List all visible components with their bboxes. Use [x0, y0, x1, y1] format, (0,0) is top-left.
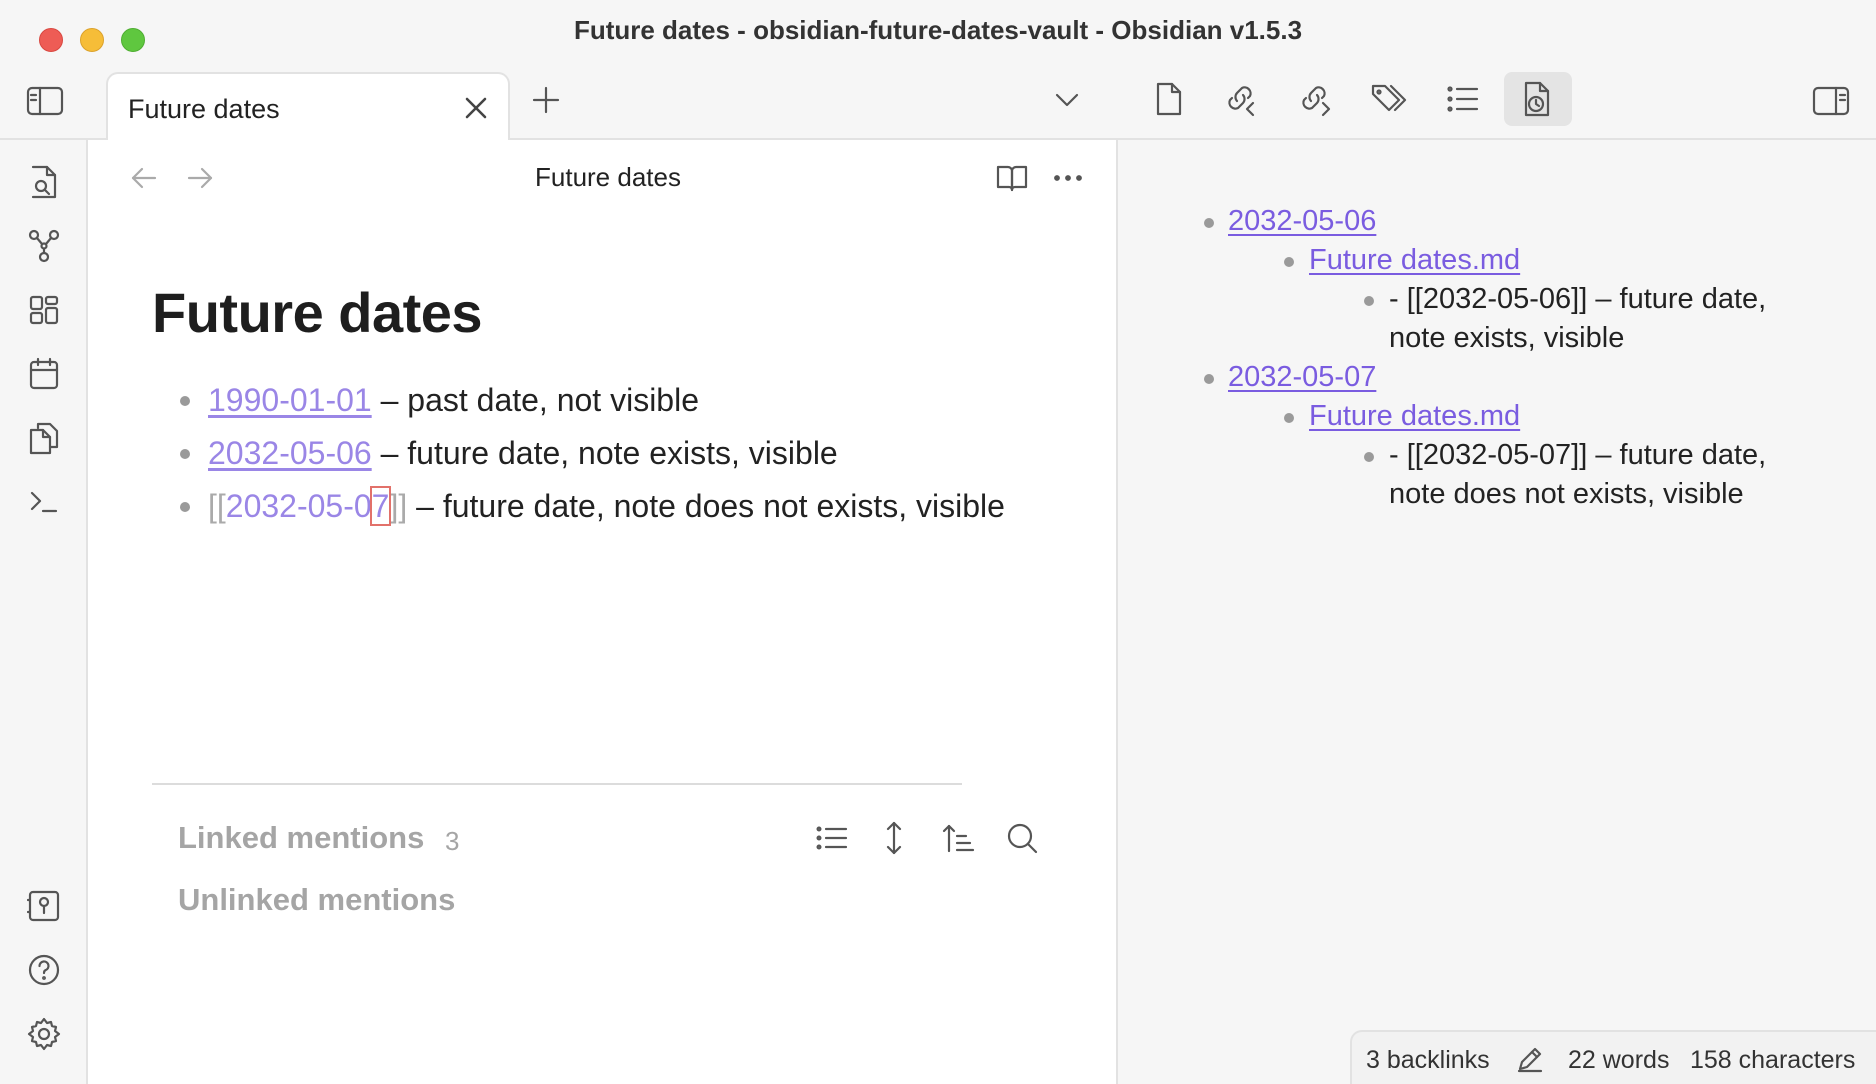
bullet	[1284, 257, 1294, 267]
list-item[interactable]: 2032-05-06 – future date, note exists, v…	[152, 433, 1112, 486]
character-count: 158 characters	[1690, 1046, 1856, 1074]
search-file-icon[interactable]	[22, 160, 66, 204]
future-dates-view-icon[interactable]	[1504, 72, 1572, 126]
context-line: - [[2032-05-07]] – future date,	[1389, 439, 1767, 471]
help-icon[interactable]	[22, 948, 66, 992]
copy-icon[interactable]	[22, 416, 66, 460]
status-bar: 3 backlinks 22 words 158 characters	[1350, 1030, 1876, 1084]
backlinks-divider	[152, 783, 962, 785]
unlinked-mentions-heading[interactable]: Unlinked mentions	[178, 882, 455, 918]
list-item[interactable]: 1990-01-01 – past date, not visible	[152, 380, 1112, 433]
word-count: 22 words	[1568, 1046, 1670, 1074]
outgoing-link-icon[interactable]	[1290, 74, 1340, 124]
internal-link-source[interactable]: 2032-05-0	[226, 488, 372, 524]
note-title[interactable]: Future dates	[152, 280, 483, 345]
graph-view-icon[interactable]	[22, 224, 66, 268]
expand-vertical-icon[interactable]	[872, 816, 916, 860]
title-bar: Future dates - obsidian-future-dates-vau…	[0, 0, 1876, 62]
internal-link[interactable]: 2032-05-06	[208, 435, 372, 471]
vault-icon[interactable]	[22, 884, 66, 928]
sort-order-icon[interactable]	[936, 816, 980, 860]
calendar-icon[interactable]	[22, 352, 66, 396]
outline-icon[interactable]	[1438, 74, 1488, 124]
link-close-brackets: ]]	[389, 488, 408, 524]
file-link[interactable]: Future dates.md	[1309, 400, 1520, 432]
context-line: note does not exists, visible	[1389, 478, 1744, 510]
linked-mentions-count: 3	[445, 826, 460, 856]
close-tab-icon[interactable]	[460, 92, 492, 124]
bullet	[1204, 218, 1214, 228]
context-line: - [[2032-05-06]] – future date,	[1389, 283, 1767, 315]
new-tab-plus-icon[interactable]	[526, 80, 566, 120]
list-item-text: – future date, note exists, visible	[371, 435, 838, 471]
list-item-text: – future date, note does not exists, vis…	[407, 488, 1005, 524]
edit-pencil-icon[interactable]	[1514, 1044, 1546, 1074]
linked-mentions-heading[interactable]: Linked mentions	[178, 820, 424, 856]
list-item[interactable]: [[2032-05-07]] – future date, note does …	[152, 486, 1112, 539]
bullet	[1284, 413, 1294, 423]
collapse-results-list-icon[interactable]	[810, 816, 854, 860]
settings-gear-icon[interactable]	[22, 1012, 66, 1056]
window-title: Future dates - obsidian-future-dates-vau…	[573, 15, 1303, 45]
context-line: note exists, visible	[1389, 322, 1625, 354]
more-options-icon[interactable]	[1046, 158, 1090, 198]
internal-link[interactable]: 1990-01-01	[208, 382, 372, 418]
date-item: 2032-05-07	[1228, 358, 1376, 397]
file-item: Future dates.md	[1309, 241, 1520, 280]
date-item: 2032-05-06	[1228, 202, 1376, 241]
link-open-brackets: [[	[208, 488, 226, 524]
search-icon[interactable]	[1000, 816, 1044, 860]
sidebar-left-icon[interactable]	[22, 78, 68, 124]
file-link[interactable]: Future dates.md	[1309, 244, 1520, 276]
date-link[interactable]: 2032-05-07	[1228, 361, 1376, 393]
backlinks-count[interactable]: 3 backlinks	[1366, 1046, 1490, 1075]
editor-pane: Future dates Future dates 1990-01-01 – p…	[88, 140, 1118, 1084]
bullet	[1364, 296, 1374, 306]
date-link[interactable]: 2032-05-06	[1228, 205, 1376, 237]
list-item-text: – past date, not visible	[371, 382, 699, 418]
terminal-icon[interactable]	[22, 480, 66, 524]
chevron-down-icon[interactable]	[1047, 80, 1087, 120]
file-item: Future dates.md	[1309, 397, 1520, 436]
tags-icon[interactable]	[1364, 74, 1414, 124]
text-cursor-highlight[interactable]: 7	[369, 486, 392, 526]
tab-label: Future dates	[128, 94, 280, 124]
left-ribbon	[0, 140, 88, 1084]
view-header-title[interactable]: Future dates	[88, 162, 1128, 193]
bullet	[1364, 452, 1374, 462]
file-icon[interactable]	[1144, 74, 1194, 124]
sidebar-right-icon[interactable]	[1808, 78, 1854, 124]
backlink-icon[interactable]	[1216, 74, 1266, 124]
tab-strip: Future dates	[0, 62, 1876, 142]
canvas-icon[interactable]	[22, 288, 66, 332]
note-list: 1990-01-01 – past date, not visible 2032…	[152, 380, 1112, 539]
bullet	[1204, 374, 1214, 384]
tab-future-dates[interactable]: Future dates	[106, 72, 510, 142]
future-dates-pane: 2032-05-06 Future dates.md - [[2032-05-0…	[1120, 140, 1876, 1084]
reading-view-book-icon[interactable]	[990, 158, 1034, 198]
